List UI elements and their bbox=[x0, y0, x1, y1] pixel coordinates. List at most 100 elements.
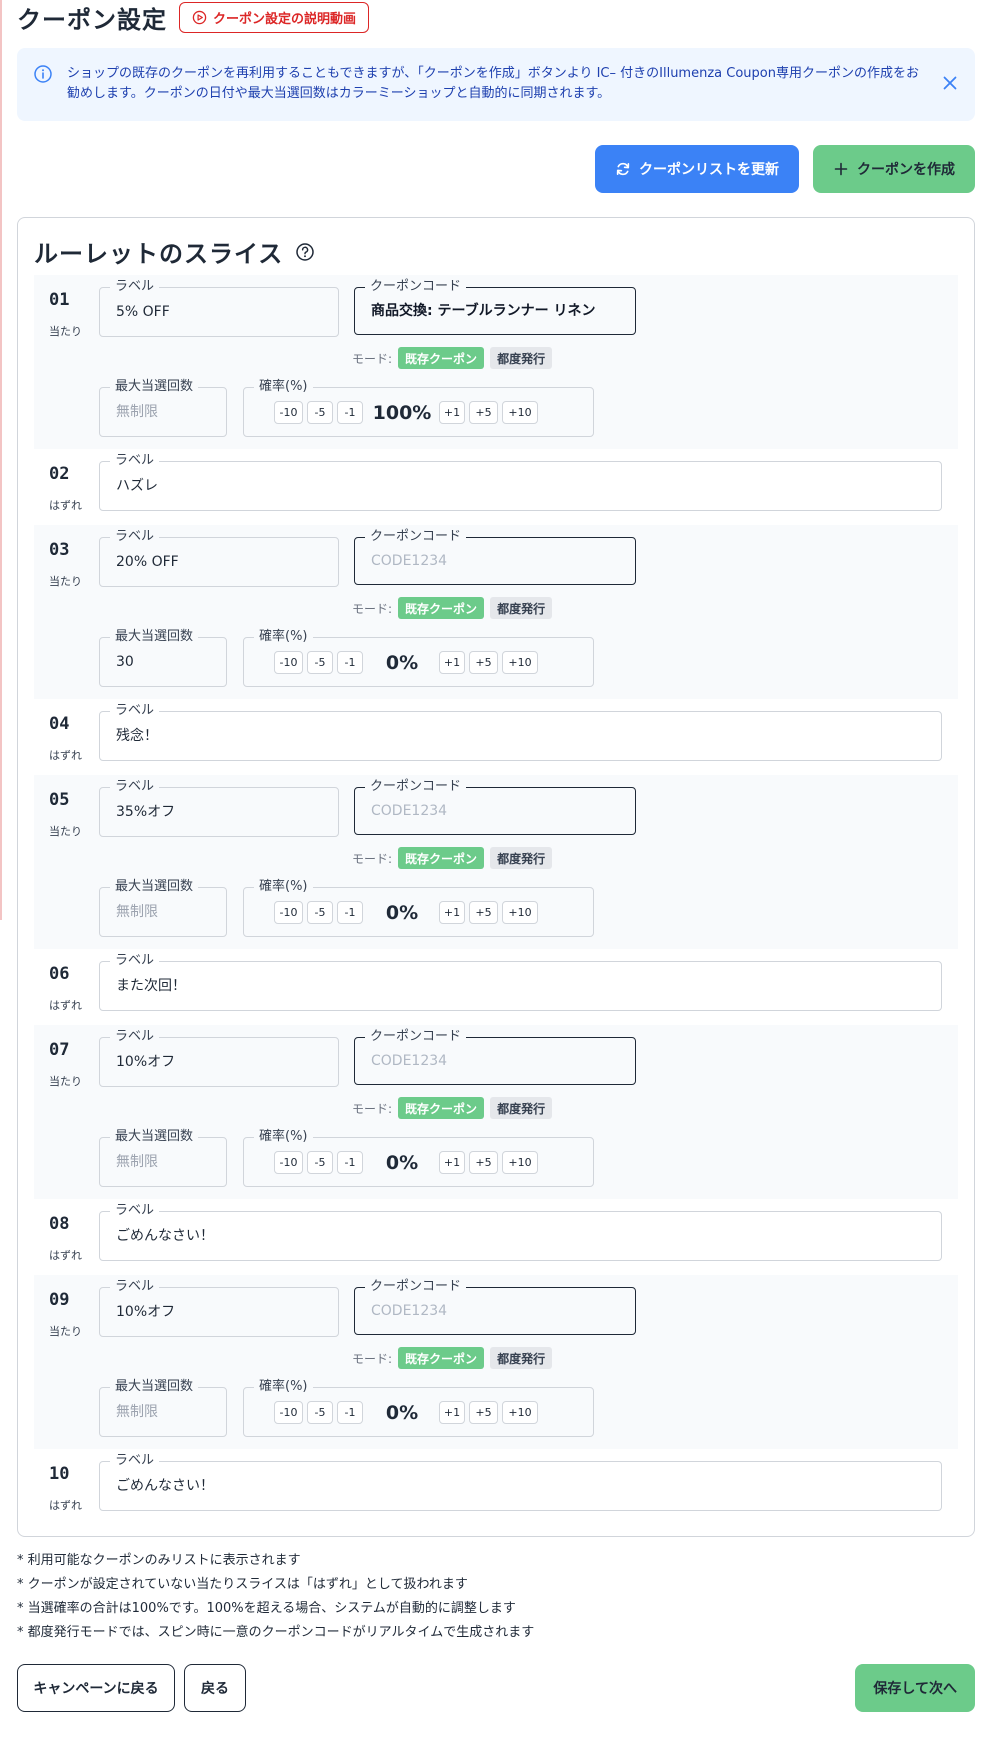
max-wins-field[interactable]: 最大当選回数 無制限 bbox=[99, 878, 227, 937]
mode-existing-coupon-button[interactable]: 既存クーポン bbox=[398, 1347, 485, 1369]
mode-selector: モード: 既存クーポン 都度発行 bbox=[352, 1097, 553, 1119]
back-button[interactable]: 戻る bbox=[184, 1664, 246, 1712]
probability-plus-10-button[interactable]: +10 bbox=[502, 401, 538, 424]
mode-existing-coupon-button[interactable]: 既存クーポン bbox=[398, 347, 485, 369]
slice-label-field[interactable]: ラベル ごめんなさい！ bbox=[99, 1452, 942, 1511]
slice-row: 09 当たり ラベル 10%オフ クーポンコード CODE1234 モード: 既存クーポン 都度… bbox=[34, 1275, 958, 1449]
slice-label-field[interactable]: ラベル 5% OFF bbox=[99, 278, 339, 337]
mode-issue-each-time-button[interactable]: 都度発行 bbox=[490, 1097, 553, 1119]
tutorial-video-button[interactable]: クーポン設定の説明動画 bbox=[179, 1, 370, 33]
probability-minus-5-button[interactable]: -5 bbox=[307, 901, 333, 924]
coupon-code-field[interactable]: クーポンコード CODE1234 bbox=[354, 1278, 636, 1335]
probability-minus-1-button[interactable]: -1 bbox=[337, 1401, 363, 1424]
mode-existing-coupon-button[interactable]: 既存クーポン bbox=[398, 597, 485, 619]
create-coupon-button[interactable]: クーポンを作成 bbox=[813, 145, 975, 193]
probability-plus-5-button[interactable]: +5 bbox=[469, 1401, 498, 1424]
slice-number: 02 bbox=[49, 464, 70, 484]
probability-minus-5-button[interactable]: -5 bbox=[307, 401, 333, 424]
panel-title-row: ルーレットのスライス bbox=[34, 234, 315, 269]
close-icon[interactable] bbox=[941, 74, 959, 92]
slice-kind: 当たり bbox=[49, 1325, 82, 1338]
probability-plus-1-button[interactable]: +1 bbox=[439, 901, 465, 924]
probability-minus-10-button[interactable]: -10 bbox=[274, 651, 303, 674]
probability-value: 100% bbox=[372, 401, 432, 424]
probability-plus-10-button[interactable]: +10 bbox=[502, 901, 538, 924]
slice-label-field[interactable]: ラベル 35%オフ bbox=[99, 778, 339, 837]
refresh-coupon-list-button[interactable]: クーポンリストを更新 bbox=[595, 145, 799, 193]
coupon-code-field[interactable]: クーポンコード CODE1234 bbox=[354, 1028, 636, 1085]
coupon-code-field[interactable]: クーポンコード CODE1234 bbox=[354, 778, 636, 835]
mode-issue-each-time-button[interactable]: 都度発行 bbox=[490, 847, 553, 869]
refresh-icon bbox=[616, 162, 630, 176]
probability-minus-1-button[interactable]: -1 bbox=[337, 401, 363, 424]
probability-field: 確率(%) -10 -5 -1 0% +1 +5 +10 bbox=[243, 1378, 594, 1437]
slice-label-field[interactable]: ラベル ごめんなさい！ bbox=[99, 1202, 942, 1261]
slice-label-field[interactable]: ラベル 残念！ bbox=[99, 702, 942, 761]
mode-issue-each-time-button[interactable]: 都度発行 bbox=[490, 597, 553, 619]
roulette-slices-panel: ルーレットのスライス 01 当たり ラベル 5% OFF クーポンコード 商品交換: テー… bbox=[17, 217, 975, 1537]
panel-title: ルーレットのスライス bbox=[34, 240, 284, 268]
probability-plus-5-button[interactable]: +5 bbox=[469, 401, 498, 424]
probability-plus-1-button[interactable]: +1 bbox=[439, 1151, 465, 1174]
mode-issue-each-time-button[interactable]: 都度発行 bbox=[490, 1347, 553, 1369]
probability-minus-1-button[interactable]: -1 bbox=[337, 901, 363, 924]
max-wins-field[interactable]: 最大当選回数 無制限 bbox=[99, 1378, 227, 1437]
slice-row: 07 当たり ラベル 10%オフ クーポンコード CODE1234 モード: 既存クーポン 都度… bbox=[34, 1025, 958, 1199]
slice-label-value: 35%オフ bbox=[116, 804, 176, 820]
probability-plus-10-button[interactable]: +10 bbox=[502, 1401, 538, 1424]
max-wins-field[interactable]: 最大当選回数 無制限 bbox=[99, 1128, 227, 1187]
probability-plus-5-button[interactable]: +5 bbox=[469, 1151, 498, 1174]
help-icon[interactable] bbox=[295, 242, 315, 262]
slice-number: 10 bbox=[49, 1464, 70, 1484]
slice-label-field[interactable]: ラベル また次回！ bbox=[99, 952, 942, 1011]
probability-minus-10-button[interactable]: -10 bbox=[274, 1151, 303, 1174]
coupon-code-field[interactable]: クーポンコード 商品交換: テーブルランナー リネン bbox=[354, 278, 636, 335]
probability-plus-10-button[interactable]: +10 bbox=[502, 651, 538, 674]
probability-minus-5-button[interactable]: -5 bbox=[307, 651, 333, 674]
slice-kind: 当たり bbox=[49, 325, 82, 338]
coupon-code-caption: クーポンコード bbox=[365, 1028, 467, 1046]
max-wins-caption: 最大当選回数 bbox=[110, 878, 199, 896]
note-item: * 当選確率の合計は100%です。100%を超える場合、システムが自動的に調整し… bbox=[17, 1601, 516, 1616]
probability-value: 0% bbox=[385, 1401, 419, 1424]
save-and-next-button[interactable]: 保存して次へ bbox=[855, 1664, 975, 1712]
slice-label-value: ごめんなさい！ bbox=[116, 1478, 214, 1494]
max-wins-field[interactable]: 最大当選回数 無制限 bbox=[99, 378, 227, 437]
probability-plus-1-button[interactable]: +1 bbox=[439, 401, 465, 424]
mode-existing-coupon-button[interactable]: 既存クーポン bbox=[398, 847, 485, 869]
probability-minus-5-button[interactable]: -5 bbox=[307, 1401, 333, 1424]
slice-label-field[interactable]: ラベル ハズレ bbox=[99, 452, 942, 511]
probability-minus-10-button[interactable]: -10 bbox=[274, 1401, 303, 1424]
label-caption: ラベル bbox=[110, 528, 160, 546]
mode-existing-coupon-button[interactable]: 既存クーポン bbox=[398, 1097, 485, 1119]
probability-plus-1-button[interactable]: +1 bbox=[439, 1401, 465, 1424]
probability-caption: 確率(%) bbox=[254, 378, 313, 396]
slice-kind: はずれ bbox=[49, 1249, 82, 1262]
probability-minus-10-button[interactable]: -10 bbox=[274, 401, 303, 424]
mode-issue-each-time-button[interactable]: 都度発行 bbox=[490, 347, 553, 369]
probability-field: 確率(%) -10 -5 -1 0% +1 +5 +10 bbox=[243, 628, 594, 687]
probability-controls: -10 -5 -1 0% +1 +5 +10 bbox=[274, 1151, 542, 1174]
probability-plus-1-button[interactable]: +1 bbox=[439, 651, 465, 674]
probability-plus-10-button[interactable]: +10 bbox=[502, 1151, 538, 1174]
create-coupon-label: クーポンを作成 bbox=[857, 162, 955, 178]
info-alert: ショップの既存のクーポンを再利用することもできますが、「クーポンを作成」ボタンよ… bbox=[17, 48, 975, 121]
probability-plus-5-button[interactable]: +5 bbox=[469, 651, 498, 674]
probability-minus-1-button[interactable]: -1 bbox=[337, 651, 363, 674]
slice-label-field[interactable]: ラベル 10%オフ bbox=[99, 1028, 339, 1087]
slice-row: 02 はずれ ラベル ハズレ bbox=[34, 449, 958, 525]
probability-plus-5-button[interactable]: +5 bbox=[469, 901, 498, 924]
probability-minus-10-button[interactable]: -10 bbox=[274, 901, 303, 924]
probability-controls: -10 -5 -1 0% +1 +5 +10 bbox=[274, 1401, 542, 1424]
slice-label-field[interactable]: ラベル 10%オフ bbox=[99, 1278, 339, 1337]
slice-row: 01 当たり ラベル 5% OFF クーポンコード 商品交換: テーブルランナー リネンモ… bbox=[34, 275, 958, 449]
coupon-code-field[interactable]: クーポンコード CODE1234 bbox=[354, 528, 636, 585]
coupon-actions: クーポンリストを更新 クーポンを作成 bbox=[595, 145, 975, 193]
slice-label-field[interactable]: ラベル 20% OFF bbox=[99, 528, 339, 587]
back-to-campaign-button[interactable]: キャンペーンに戻る bbox=[17, 1664, 175, 1712]
max-wins-field[interactable]: 最大当選回数 30 bbox=[99, 628, 227, 687]
probability-minus-5-button[interactable]: -5 bbox=[307, 1151, 333, 1174]
probability-field: 確率(%) -10 -5 -1 100% +1 +5 +10 bbox=[243, 378, 594, 437]
tutorial-video-label: クーポン設定の説明動画 bbox=[213, 11, 357, 27]
probability-minus-1-button[interactable]: -1 bbox=[337, 1151, 363, 1174]
